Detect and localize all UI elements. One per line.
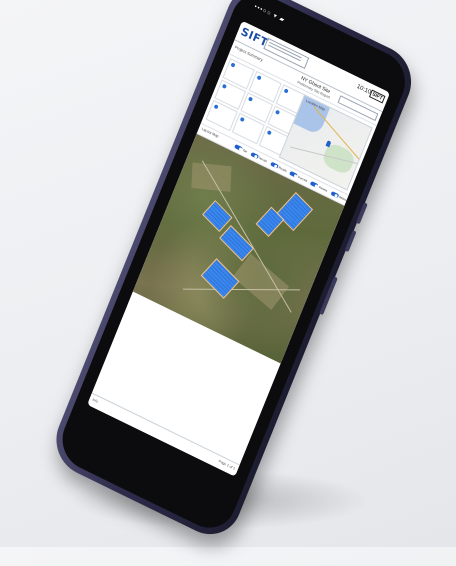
toggle-label: Parcels (297, 174, 309, 184)
solar-array[interactable] (276, 192, 314, 232)
volume-down-button (344, 230, 357, 253)
location-icon (230, 62, 236, 68)
acreage-icon (221, 83, 228, 89)
signal-icon: •••○○ ▾ ▰ (253, 3, 286, 25)
brand-badge: SIFT (369, 89, 386, 104)
chart-icon (213, 104, 219, 110)
footer-bar: Info Page 1 of 1 (87, 392, 240, 477)
footer-info: Info (91, 397, 99, 404)
toggle-label: Setbacks (338, 194, 351, 204)
solar-array[interactable] (200, 258, 240, 299)
toggle-switch[interactable] (234, 143, 243, 152)
bolt-icon (283, 88, 289, 94)
grid-icon (274, 109, 280, 115)
toggle-switch[interactable] (330, 190, 339, 199)
panel-icon (256, 75, 262, 81)
page-indicator: Page 1 of 1 (217, 459, 236, 471)
toggle-label: Sat (242, 147, 248, 154)
cost-icon (239, 117, 245, 123)
toggle-switch[interactable] (269, 161, 279, 169)
tracker-icon (248, 96, 254, 102)
toggle-label: Roads (277, 165, 288, 173)
toggle-switch[interactable] (249, 151, 259, 159)
toggle-label: Terrain (258, 155, 268, 164)
toggle-label: Panels (318, 185, 329, 193)
road (183, 288, 301, 291)
phone-bezel: •••○○ ▾ ▰ SIFT 10:10 SIFT Project Summar… (53, 0, 414, 538)
storage-icon (266, 130, 272, 136)
phone-frame: •••○○ ▾ ▰ SIFT 10:10 SIFT Project Summar… (46, 0, 422, 546)
volume-up-button (355, 202, 368, 225)
